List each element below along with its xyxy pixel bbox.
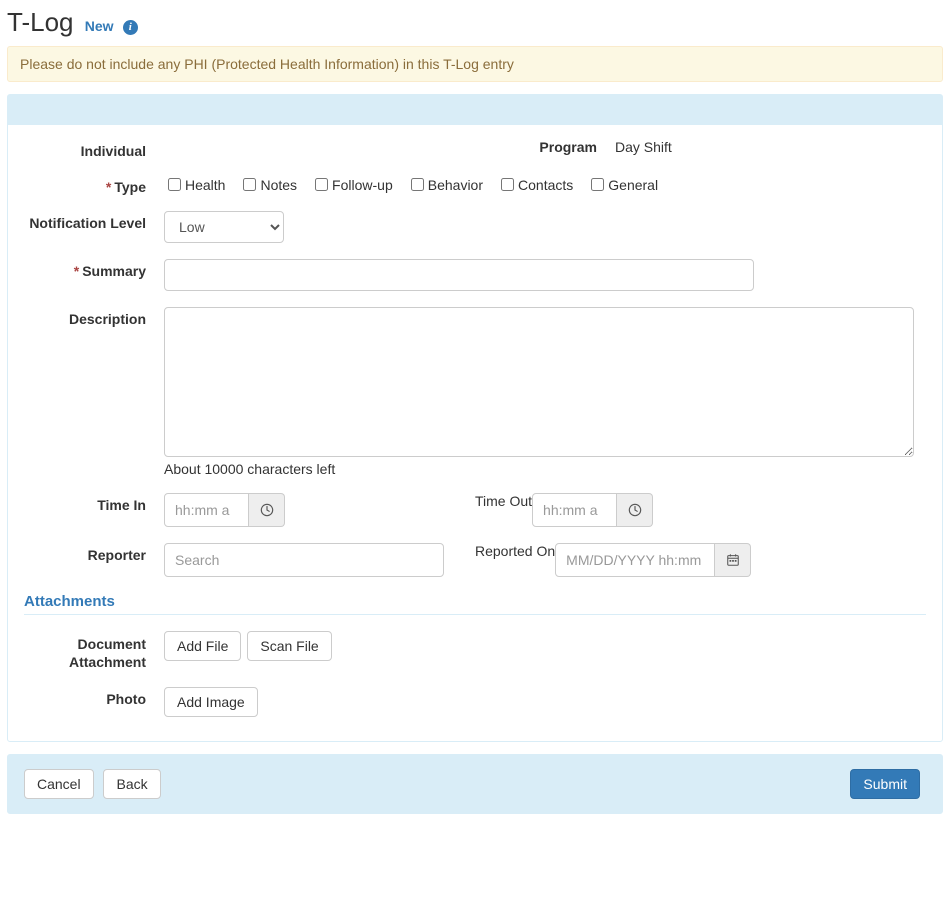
time-out-clock-button[interactable] bbox=[617, 493, 653, 527]
label-summary: Summary bbox=[82, 263, 146, 279]
label-individual: Individual bbox=[24, 139, 164, 159]
summary-input[interactable] bbox=[164, 259, 754, 291]
type-option-behavior[interactable]: Behavior bbox=[407, 175, 483, 194]
type-option-contacts[interactable]: Contacts bbox=[497, 175, 573, 194]
reported-on-input[interactable] bbox=[555, 543, 715, 577]
type-option-health[interactable]: Health bbox=[164, 175, 225, 194]
label-photo: Photo bbox=[24, 687, 164, 707]
add-image-button[interactable]: Add Image bbox=[164, 687, 258, 717]
time-out-input[interactable] bbox=[532, 493, 617, 527]
clock-icon bbox=[260, 503, 274, 517]
footer-panel: Cancel Back Submit bbox=[7, 754, 943, 814]
char-left-text: About 10000 characters left bbox=[164, 461, 335, 477]
time-in-input[interactable] bbox=[164, 493, 249, 527]
title-text: T-Log bbox=[7, 7, 74, 37]
section-attachments: Attachments bbox=[24, 593, 926, 610]
info-icon[interactable]: i bbox=[123, 20, 138, 35]
label-type: Type bbox=[114, 179, 146, 195]
label-reporter: Reporter bbox=[24, 543, 164, 577]
calendar-icon bbox=[726, 553, 740, 567]
panel-header bbox=[8, 95, 942, 125]
type-option-general[interactable]: General bbox=[587, 175, 658, 194]
reported-on-calendar-button[interactable] bbox=[715, 543, 751, 577]
submit-button[interactable]: Submit bbox=[850, 769, 920, 799]
type-checkbox-general[interactable] bbox=[591, 178, 604, 191]
label-time-in: Time In bbox=[24, 493, 164, 527]
type-checkbox-follow-up[interactable] bbox=[315, 178, 328, 191]
divider bbox=[24, 614, 926, 615]
back-button[interactable]: Back bbox=[103, 769, 160, 799]
type-checkbox-notes[interactable] bbox=[243, 178, 256, 191]
type-checkbox-health[interactable] bbox=[168, 178, 181, 191]
time-in-clock-button[interactable] bbox=[249, 493, 285, 527]
cancel-button[interactable]: Cancel bbox=[24, 769, 94, 799]
description-textarea[interactable] bbox=[164, 307, 914, 457]
label-document-attachment: Document Attachment bbox=[24, 631, 164, 671]
reporter-input[interactable] bbox=[164, 543, 444, 577]
title-subtitle: New bbox=[85, 18, 114, 34]
notification-level-select[interactable]: Low bbox=[164, 211, 284, 243]
warning-text: Please do not include any PHI (Protected… bbox=[20, 56, 514, 72]
warning-bar: Please do not include any PHI (Protected… bbox=[7, 46, 943, 82]
type-option-notes[interactable]: Notes bbox=[239, 175, 297, 194]
value-program: Day Shift bbox=[615, 139, 672, 155]
add-file-button[interactable]: Add File bbox=[164, 631, 241, 661]
clock-icon bbox=[628, 503, 642, 517]
form-panel: Individual Program Day Shift *Type Healt… bbox=[7, 94, 943, 742]
type-checkbox-behavior[interactable] bbox=[411, 178, 424, 191]
label-reported-on: Reported On bbox=[475, 543, 555, 577]
label-notification-level: Notification Level bbox=[24, 211, 164, 231]
label-time-out: Time Out bbox=[475, 493, 532, 527]
type-checkbox-contacts[interactable] bbox=[501, 178, 514, 191]
scan-file-button[interactable]: Scan File bbox=[247, 631, 331, 661]
type-option-follow-up[interactable]: Follow-up bbox=[311, 175, 393, 194]
label-program: Program bbox=[475, 139, 615, 155]
page-title: T-Log New i bbox=[7, 7, 945, 38]
type-checkbox-group: Health Notes Follow-up Behavior Contacts Gene… bbox=[164, 175, 926, 194]
label-description: Description bbox=[24, 307, 164, 327]
